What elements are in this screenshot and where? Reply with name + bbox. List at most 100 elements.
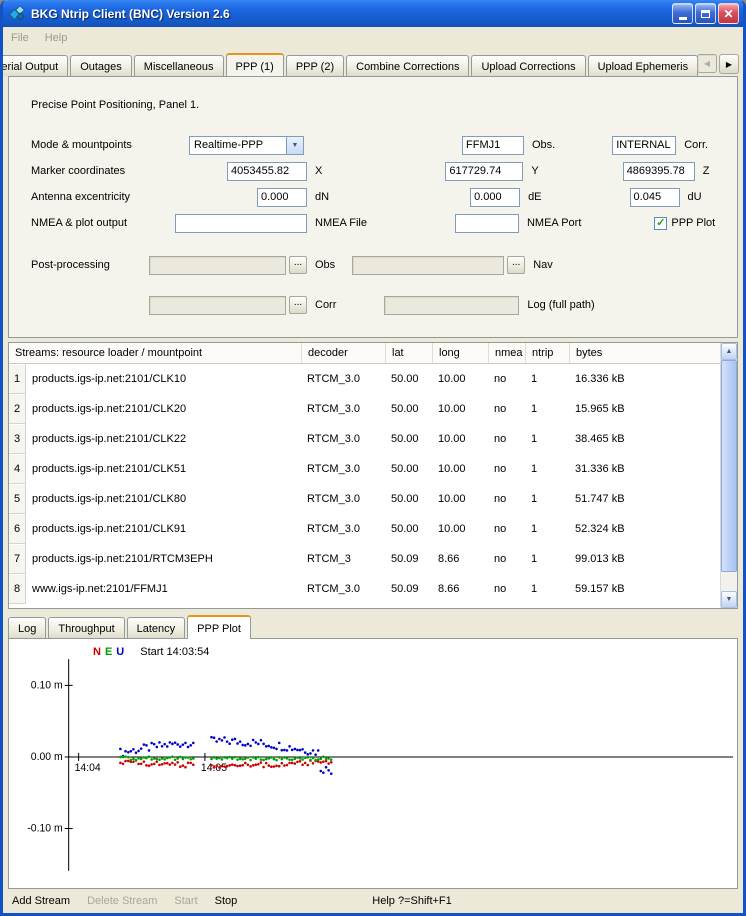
tab-outages[interactable]: Outages bbox=[70, 55, 132, 76]
ppp-panel: Precise Point Positioning, Panel 1. Mode… bbox=[8, 76, 738, 338]
antenna-du-field[interactable] bbox=[630, 188, 680, 207]
cell-ntrip: 1 bbox=[525, 394, 569, 424]
tab-upload-ephemeris[interactable]: Upload Ephemeris bbox=[588, 55, 699, 76]
tab-upload-corrections[interactable]: Upload Corrections bbox=[471, 55, 585, 76]
browse-nav-button[interactable]: ... bbox=[507, 256, 525, 274]
chevron-down-icon: ▼ bbox=[286, 137, 303, 154]
header-nmea[interactable]: nmea bbox=[488, 343, 525, 363]
add-stream-button[interactable]: Add Stream bbox=[12, 895, 70, 907]
cell-nmea: no bbox=[488, 484, 525, 514]
cell-num[interactable]: 6 bbox=[9, 514, 26, 544]
cell-lat: 50.00 bbox=[385, 364, 432, 394]
table-row[interactable]: 3products.igs-ip.net:2101/CLK22RTCM_3.05… bbox=[9, 424, 737, 454]
cell-num[interactable]: 7 bbox=[9, 544, 26, 574]
scrollbar-thumb[interactable] bbox=[721, 360, 737, 572]
marker-x-field[interactable] bbox=[227, 162, 307, 181]
titlebar[interactable]: BKG Ntrip Client (BNC) Version 2.6 ✕ bbox=[3, 0, 743, 27]
header-mountpoint[interactable]: Streams: resource loader / mountpoint bbox=[9, 343, 301, 363]
tab-serial-output[interactable]: Serial Output bbox=[3, 55, 68, 76]
cell-lat: 50.09 bbox=[385, 544, 432, 574]
tab-scroll-left-icon[interactable]: ◀ bbox=[697, 54, 717, 73]
corr-mountpoint-field[interactable] bbox=[612, 136, 676, 155]
cell-bytes: 38.465 kB bbox=[569, 424, 720, 454]
cell-long: 10.00 bbox=[432, 394, 488, 424]
stop-button[interactable]: Stop bbox=[215, 895, 238, 907]
post-nav-field bbox=[352, 256, 504, 275]
cell-mountpoint: products.igs-ip.net:2101/CLK22 bbox=[26, 424, 301, 454]
browse-corr-button[interactable]: ... bbox=[289, 296, 307, 314]
close-button[interactable]: ✕ bbox=[718, 3, 739, 24]
post-corr-label: Corr bbox=[315, 299, 336, 311]
table-row[interactable]: 6products.igs-ip.net:2101/CLK91RTCM_3.05… bbox=[9, 514, 737, 544]
nmea-file-field[interactable] bbox=[175, 214, 307, 233]
antenna-de-label: dE bbox=[528, 191, 541, 203]
minimize-button[interactable] bbox=[672, 3, 693, 24]
cell-num[interactable]: 1 bbox=[9, 364, 26, 394]
window-title: BKG Ntrip Client (BNC) Version 2.6 bbox=[31, 7, 672, 21]
marker-x-label: X bbox=[315, 165, 322, 177]
tab-scroll-right-icon[interactable]: ▶ bbox=[719, 54, 739, 74]
scroll-up-icon[interactable]: ▲ bbox=[721, 343, 737, 360]
cell-num[interactable]: 5 bbox=[9, 484, 26, 514]
tab-log[interactable]: Log bbox=[8, 617, 46, 638]
delete-stream-button: Delete Stream bbox=[87, 895, 157, 907]
post-log-field bbox=[384, 296, 519, 315]
cell-lat: 50.00 bbox=[385, 514, 432, 544]
cell-nmea: no bbox=[488, 364, 525, 394]
bottom-tabbar: LogThroughputLatencyPPP Plot bbox=[8, 615, 738, 638]
table-row[interactable]: 8www.igs-ip.net:2101/FFMJ1RTCM_3.050.098… bbox=[9, 574, 737, 604]
maximize-button[interactable] bbox=[695, 3, 716, 24]
marker-y-field[interactable] bbox=[445, 162, 523, 181]
mode-select[interactable]: Realtime-PPP ▼ bbox=[189, 136, 304, 155]
maximize-icon bbox=[701, 10, 710, 18]
table-row[interactable]: 1products.igs-ip.net:2101/CLK10RTCM_3.05… bbox=[9, 364, 737, 394]
header-decoder[interactable]: decoder bbox=[301, 343, 385, 363]
row-nmea: NMEA & plot output NMEA File NMEA Port ✓… bbox=[9, 213, 737, 233]
svg-text:0.00 m: 0.00 m bbox=[31, 751, 63, 763]
marker-label: Marker coordinates bbox=[31, 165, 189, 177]
header-ntrip[interactable]: ntrip bbox=[525, 343, 569, 363]
cell-decoder: RTCM_3.0 bbox=[301, 454, 385, 484]
tab-ppp-1[interactable]: PPP (1) bbox=[226, 53, 284, 76]
antenna-de-field[interactable] bbox=[470, 188, 520, 207]
table-row[interactable]: 4products.igs-ip.net:2101/CLK51RTCM_3.05… bbox=[9, 454, 737, 484]
cell-long: 8.66 bbox=[432, 574, 488, 604]
ppp-plot-checkbox[interactable]: ✓ bbox=[654, 217, 667, 230]
tab-ppp-plot[interactable]: PPP Plot bbox=[187, 615, 251, 639]
cell-num[interactable]: 2 bbox=[9, 394, 26, 424]
tab-combine-corrections[interactable]: Combine Corrections bbox=[346, 55, 469, 76]
cell-decoder: RTCM_3.0 bbox=[301, 484, 385, 514]
browse-obs-button[interactable]: ... bbox=[289, 256, 307, 274]
tab-latency[interactable]: Latency bbox=[127, 617, 186, 638]
nmea-port-field[interactable] bbox=[455, 214, 519, 233]
cell-lat: 50.09 bbox=[385, 574, 432, 604]
table-row[interactable]: 2products.igs-ip.net:2101/CLK20RTCM_3.05… bbox=[9, 394, 737, 424]
table-header[interactable]: Streams: resource loader / mountpoint de… bbox=[9, 343, 737, 364]
cell-num[interactable]: 4 bbox=[9, 454, 26, 484]
header-long[interactable]: long bbox=[432, 343, 488, 363]
table-row[interactable]: 7products.igs-ip.net:2101/RTCM3EPHRTCM_3… bbox=[9, 544, 737, 574]
postprocessing-label: Post-processing bbox=[31, 259, 141, 271]
menu-file[interactable]: File bbox=[11, 32, 29, 44]
cell-long: 10.00 bbox=[432, 454, 488, 484]
header-lat[interactable]: lat bbox=[385, 343, 432, 363]
cell-num[interactable]: 8 bbox=[9, 574, 26, 604]
nmea-label: NMEA & plot output bbox=[31, 217, 167, 229]
menu-help[interactable]: Help bbox=[45, 32, 68, 44]
antenna-dn-field[interactable] bbox=[257, 188, 307, 207]
marker-z-field[interactable] bbox=[623, 162, 695, 181]
cell-num[interactable]: 3 bbox=[9, 424, 26, 454]
tab-ppp-2[interactable]: PPP (2) bbox=[286, 55, 344, 76]
row-postprocessing-1: Post-processing ... Obs ... Nav bbox=[9, 255, 737, 275]
header-bytes[interactable]: bytes bbox=[569, 343, 720, 363]
cell-mountpoint: products.igs-ip.net:2101/CLK51 bbox=[26, 454, 301, 484]
obs-mountpoint-field[interactable] bbox=[462, 136, 524, 155]
scroll-down-icon[interactable]: ▼ bbox=[721, 591, 737, 608]
tab-throughput[interactable]: Throughput bbox=[48, 617, 124, 638]
table-row[interactable]: 5products.igs-ip.net:2101/CLK80RTCM_3.05… bbox=[9, 484, 737, 514]
table-scrollbar[interactable]: ▲ ▼ bbox=[720, 343, 737, 608]
tab-miscellaneous[interactable]: Miscellaneous bbox=[134, 55, 224, 76]
ppp-plot-pane: NEU Start 14:03:54 0.10 m 0.00 m -0.10 m… bbox=[8, 638, 738, 889]
cell-lat: 50.00 bbox=[385, 424, 432, 454]
cell-mountpoint: products.igs-ip.net:2101/CLK10 bbox=[26, 364, 301, 394]
